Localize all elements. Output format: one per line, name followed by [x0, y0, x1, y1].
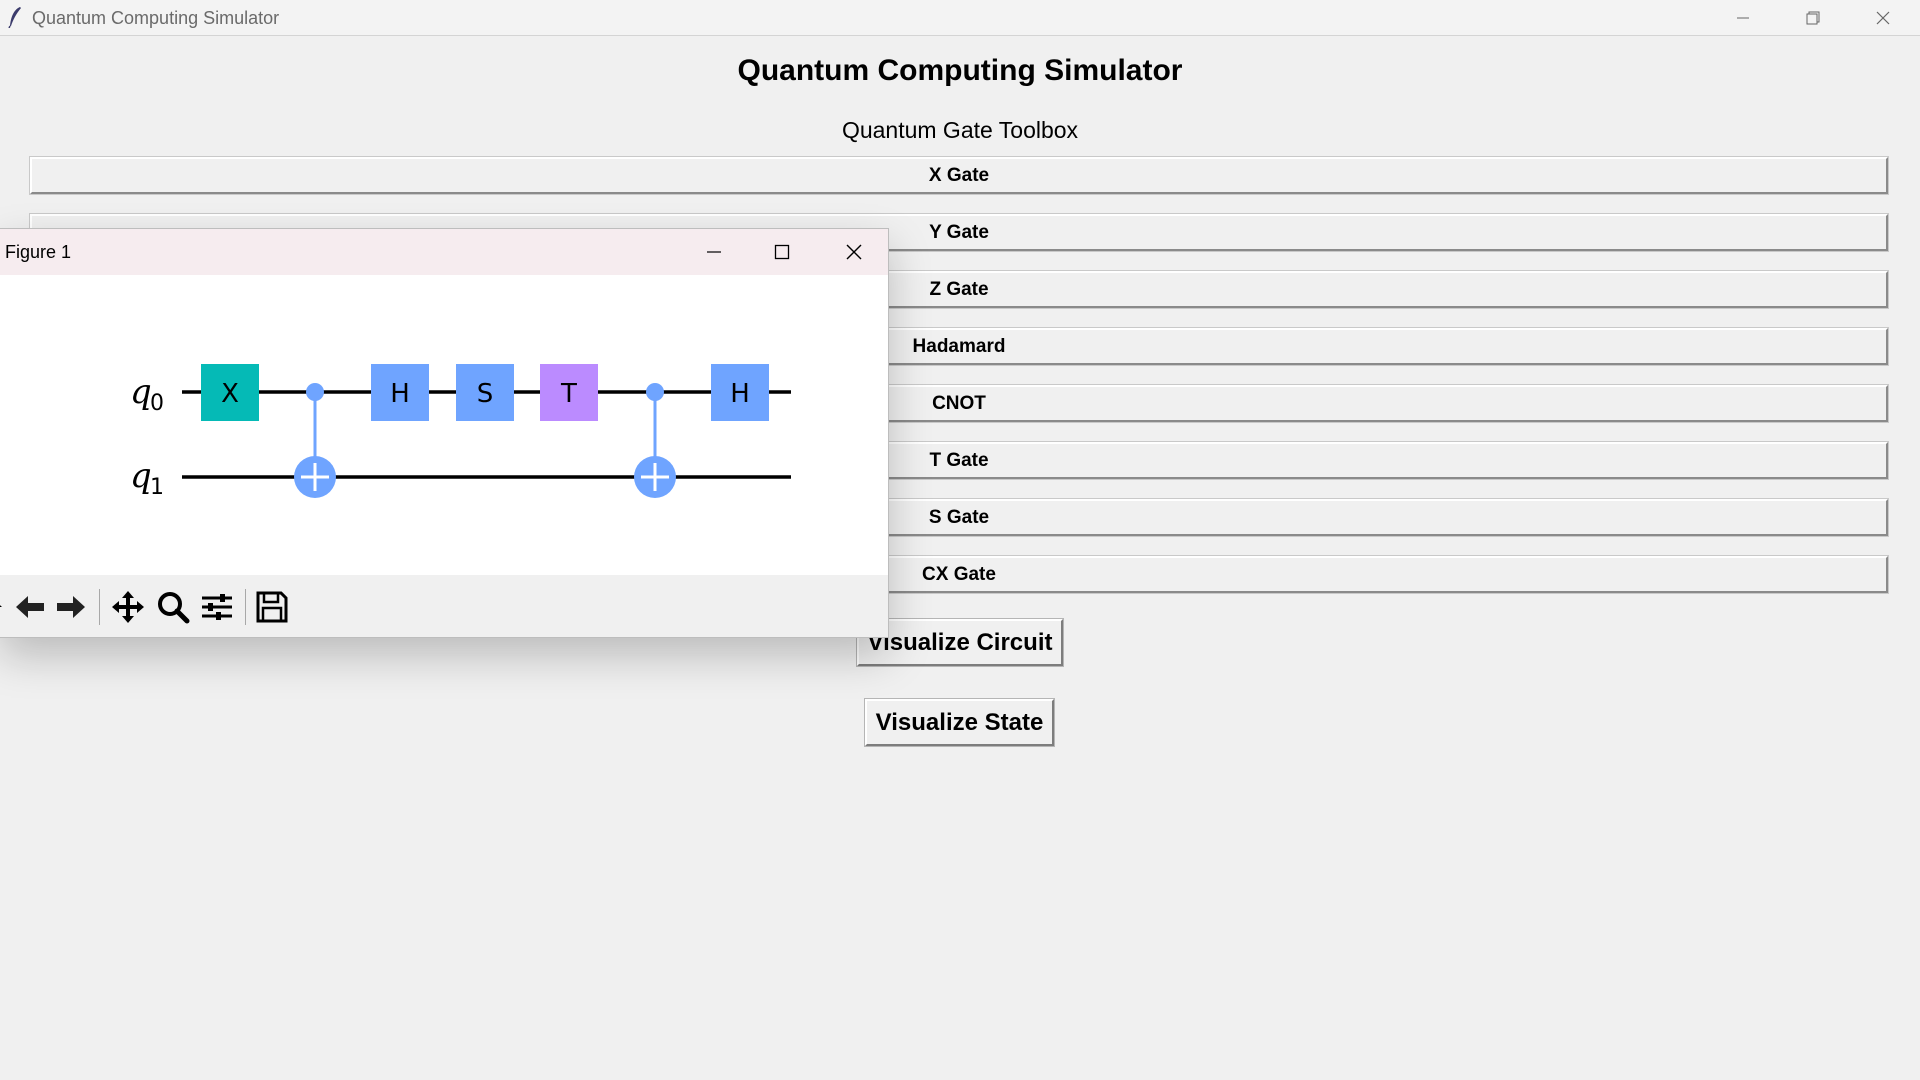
visualize-state-button[interactable]: Visualize State [865, 699, 1054, 746]
close-icon [1876, 11, 1890, 24]
figure-canvas: q 0 q 1 X H S T H [0, 275, 888, 575]
figure-titlebar: Figure 1 [0, 229, 888, 275]
home-icon[interactable] [0, 590, 6, 624]
feather-icon [8, 7, 21, 28]
q0-label: q [130, 372, 152, 412]
toolbar-separator [99, 589, 100, 625]
cnot-2-control [646, 383, 664, 401]
minimize-icon [1737, 17, 1749, 18]
figure-maximize-button[interactable] [748, 229, 816, 275]
t-gate-label: T [560, 379, 577, 409]
minimize-button[interactable] [1708, 0, 1778, 35]
quantum-circuit-diagram: q 0 q 1 X H S T H [130, 364, 791, 500]
pan-icon[interactable] [111, 590, 145, 624]
window-titlebar: Quantum Computing Simulator [0, 0, 1920, 36]
forward-arrow-icon[interactable] [54, 590, 88, 624]
window-title: Quantum Computing Simulator [32, 8, 280, 28]
app-heading: Quantum Computing Simulator [737, 54, 1183, 87]
close-icon [846, 244, 862, 260]
zoom-icon[interactable] [156, 590, 190, 624]
close-button[interactable] [1848, 0, 1918, 35]
q1-label: q [130, 456, 152, 496]
x-gate-button[interactable]: X Gate [30, 157, 1888, 194]
cnot-1-control [306, 383, 324, 401]
figure-minimize-button[interactable] [680, 229, 748, 275]
s-gate-label: S [477, 379, 494, 409]
maximize-icon [774, 244, 790, 260]
figure-close-button[interactable] [820, 229, 888, 275]
q0-index: 0 [150, 391, 164, 416]
toolbar-separator [245, 589, 246, 625]
figure-window: Figure 1 q 0 q 1 X H S T H [0, 228, 889, 638]
restore-button[interactable] [1778, 0, 1848, 35]
x-gate-label: X [221, 379, 239, 409]
back-arrow-icon[interactable] [13, 590, 47, 624]
figure-title: Figure 1 [5, 242, 72, 262]
save-icon[interactable] [255, 590, 289, 624]
h-gate-1-label: H [390, 379, 410, 409]
configure-subplots-icon[interactable] [200, 590, 234, 624]
figure-toolbar [0, 575, 888, 637]
toolbox-label: Quantum Gate Toolbox [841, 117, 1079, 143]
q1-index: 1 [150, 475, 164, 500]
h-gate-2-label: H [730, 379, 750, 409]
restore-icon [1806, 11, 1820, 24]
minimize-icon [707, 251, 721, 253]
